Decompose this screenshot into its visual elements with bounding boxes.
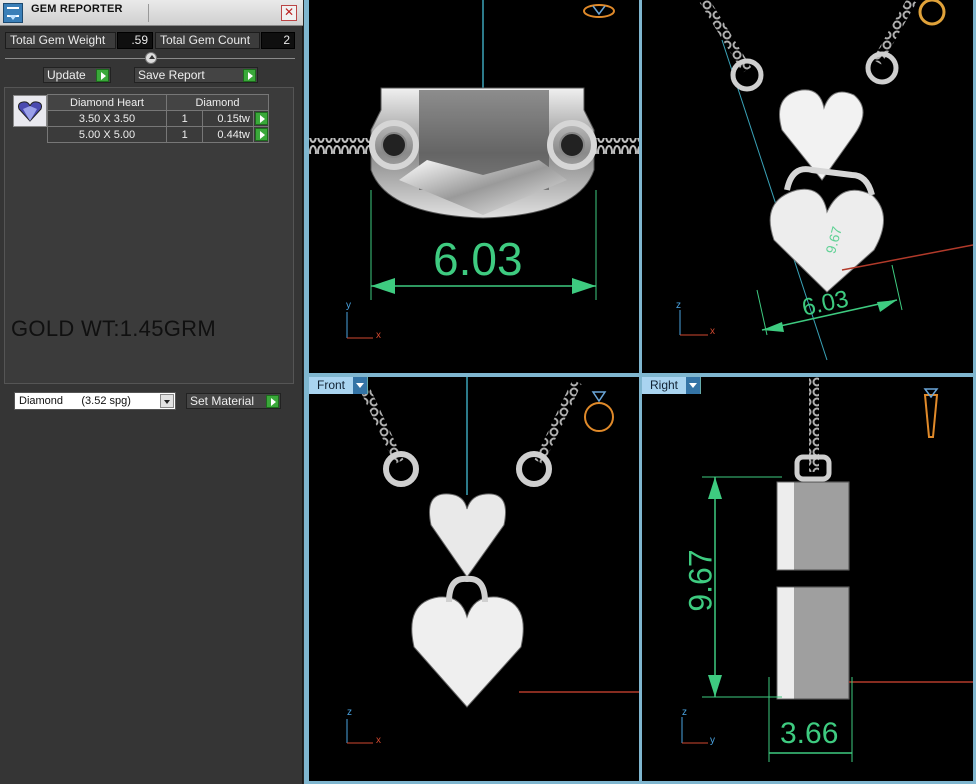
- gem-list-area: Diamond Heart Diamond 3.50 X 3.50 1 0.15…: [4, 87, 294, 384]
- axis-x-label: x: [376, 735, 381, 746]
- axis-y-label: y: [346, 300, 351, 311]
- diamond-heart-icon: [13, 95, 47, 127]
- viewport-right-label: Right: [650, 378, 679, 392]
- viewport-perspective[interactable]: 6.03 9.67 z x: [642, 0, 973, 373]
- axis-y-label: y: [710, 735, 715, 746]
- play-icon: [96, 69, 109, 82]
- column-header: Diamond Heart: [47, 94, 167, 111]
- gold-weight-note: GOLD WT:1.45GRM: [11, 316, 216, 341]
- save-report-button-label: Save Report: [138, 68, 205, 82]
- play-icon: [254, 112, 268, 125]
- axis-x-label: x: [710, 326, 715, 337]
- table-header-row: Diamond Heart Diamond: [47, 94, 269, 111]
- chevron-down-icon[interactable]: [686, 377, 701, 394]
- gem-weight-cell: 0.15tw: [202, 110, 254, 127]
- viewport-top[interactable]: 6.03 y x: [309, 0, 639, 373]
- app-root: GEM REPORTER ✕ Total Gem Weight .59 Tota…: [0, 0, 976, 784]
- total-gem-count-label: Total Gem Count: [155, 32, 260, 49]
- close-icon[interactable]: ✕: [281, 5, 297, 21]
- width-dimension-label: 3.66: [780, 717, 839, 750]
- viewport-front[interactable]: Front z x: [309, 377, 639, 781]
- update-button[interactable]: Update: [43, 67, 111, 83]
- gem-qty-cell: 1: [165, 110, 204, 127]
- ring-view-icon[interactable]: [584, 0, 616, 20]
- window-title: GEM REPORTER: [31, 3, 123, 15]
- total-gem-weight-label: Total Gem Weight: [5, 32, 116, 49]
- update-button-label: Update: [47, 68, 86, 82]
- gem-reporter-app-icon: [3, 3, 23, 23]
- play-icon: [266, 395, 279, 408]
- total-gem-count-value: 2: [261, 32, 295, 49]
- viewport-right[interactable]: Right 9.67 3.66 z y: [642, 377, 973, 781]
- gem-summary: Total Gem Weight .59 Total Gem Count 2: [0, 29, 303, 53]
- play-icon: [254, 128, 268, 141]
- row-action-button[interactable]: [252, 126, 270, 143]
- set-material-button-label: Set Material: [190, 394, 255, 408]
- collapse-toggle-icon[interactable]: [145, 52, 157, 64]
- viewport-right-tab[interactable]: Right: [642, 377, 702, 394]
- height-dimension-label: 9.67: [682, 549, 719, 612]
- axis-z-label: z: [676, 300, 681, 311]
- play-icon: [243, 69, 256, 82]
- title-bar[interactable]: GEM REPORTER ✕: [0, 0, 303, 26]
- gem-size-cell: 5.00 X 5.00: [47, 126, 167, 143]
- width-dimension-label: 6.03: [433, 233, 523, 285]
- axis-z-label: z: [347, 707, 352, 718]
- viewport-front-tab[interactable]: Front: [309, 377, 369, 394]
- viewport-front-label: Front: [317, 378, 346, 392]
- chevron-down-icon[interactable]: [160, 394, 174, 408]
- gem-table: Diamond Heart Diamond 3.50 X 3.50 1 0.15…: [47, 94, 270, 143]
- column-header: Diamond: [166, 94, 269, 111]
- chevron-down-icon[interactable]: [353, 377, 368, 394]
- set-material-button[interactable]: Set Material: [186, 393, 281, 409]
- material-select[interactable]: Diamond (3.52 spg): [14, 392, 176, 410]
- row-action-button[interactable]: [252, 110, 270, 127]
- save-report-button[interactable]: Save Report: [134, 67, 258, 83]
- table-row[interactable]: 5.00 X 5.00 1 0.44tw: [47, 126, 270, 143]
- table-row[interactable]: 3.50 X 3.50 1 0.15tw: [47, 110, 270, 127]
- gem-qty-cell: 1: [165, 126, 204, 143]
- material-select-value: Diamond (3.52 spg): [19, 395, 131, 407]
- axis-z-label: z: [682, 707, 687, 718]
- gem-reporter-panel: GEM REPORTER ✕ Total Gem Weight .59 Tota…: [0, 0, 303, 784]
- total-gem-weight-value: .59: [117, 32, 153, 49]
- axis-x-label: x: [376, 330, 381, 341]
- title-divider: [148, 4, 149, 22]
- gem-weight-cell: 0.44tw: [202, 126, 254, 143]
- gem-size-cell: 3.50 X 3.50: [47, 110, 167, 127]
